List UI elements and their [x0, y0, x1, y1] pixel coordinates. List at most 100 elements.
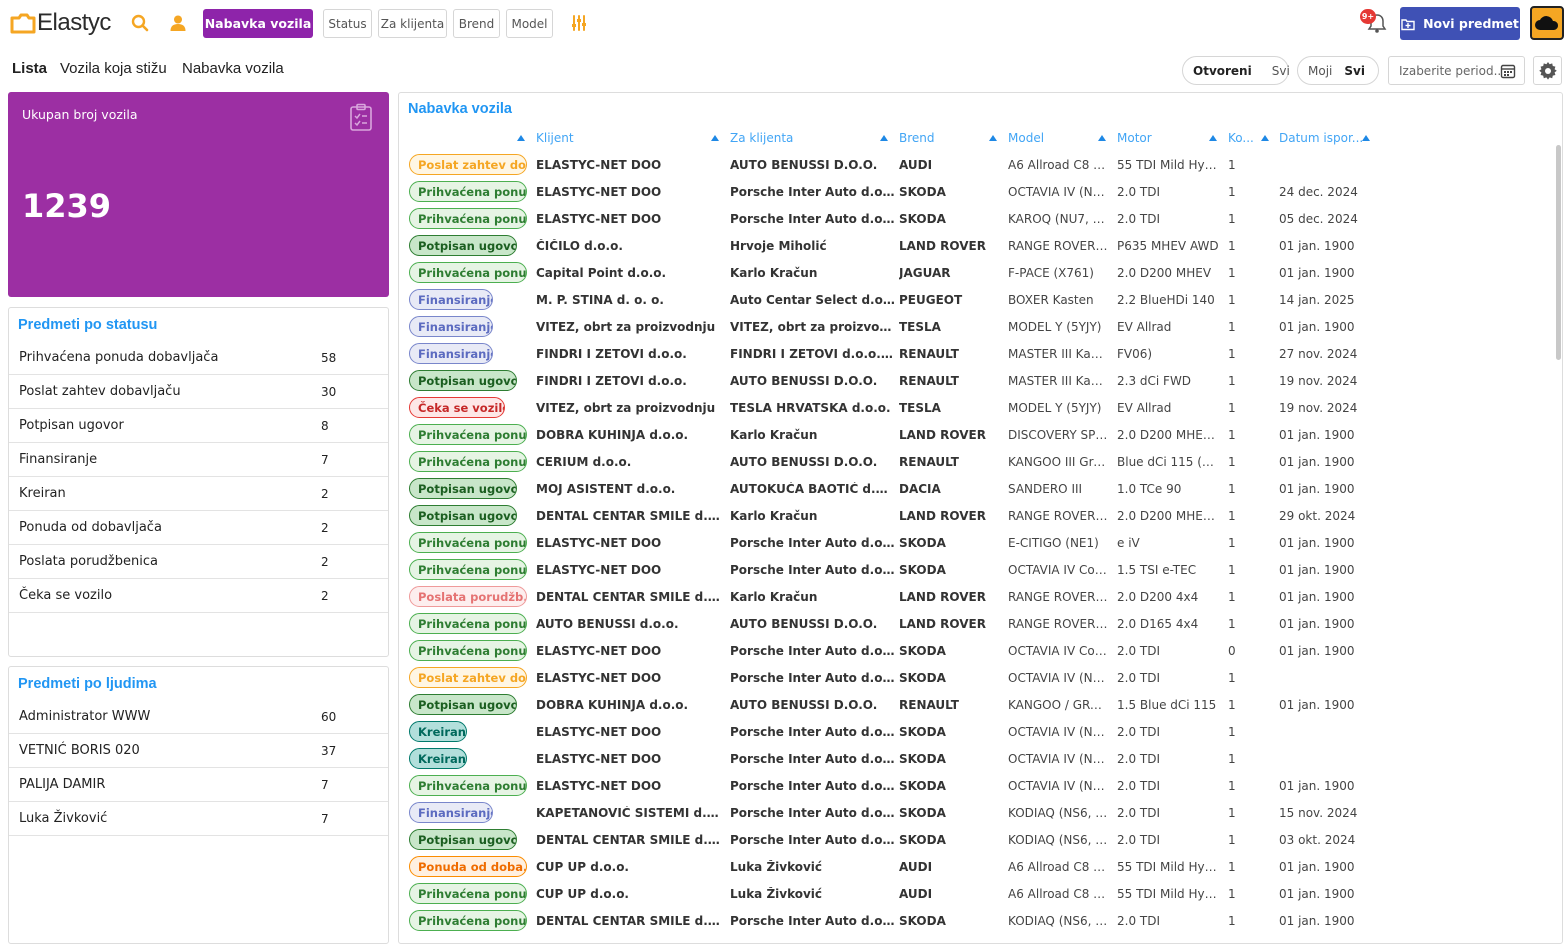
- table-row[interactable]: Kreiran ELASTYC-NET DOO Porsche Inter Auto…: [399, 719, 1559, 746]
- column-header-motor[interactable]: Motor: [1117, 131, 1152, 145]
- status-row[interactable]: Kreiran 2: [9, 477, 388, 511]
- notifications-bell-icon[interactable]: 9+: [1360, 9, 1390, 36]
- status-badge[interactable]: Prihvaćena ponu...: [409, 451, 527, 472]
- table-row[interactable]: Potpisan ugovor DENTAL CENTAR SMILE d.o.o…: [399, 503, 1559, 530]
- scope-open-option[interactable]: Otvoreni: [1183, 64, 1262, 78]
- column-header-brand[interactable]: Brend: [899, 131, 935, 145]
- status-badge[interactable]: Potpisan ugovor: [409, 370, 517, 391]
- table-row[interactable]: Prihvaćena ponu... ELASTYC-NET DOO Porsche…: [399, 773, 1559, 800]
- table-row[interactable]: Prihvaćena ponu... CUP UP d.o.o. Luka Živk…: [399, 881, 1559, 908]
- table-row[interactable]: Poslat zahtev do... ELASTYC-NET DOO AUTO B…: [399, 152, 1559, 179]
- owner-mine-option[interactable]: Moji: [1298, 64, 1342, 78]
- status-badge[interactable]: Prihvaćena ponu...: [409, 208, 527, 229]
- owner-all-option[interactable]: Svi: [1342, 64, 1375, 78]
- settings-gear-icon[interactable]: [1533, 56, 1562, 85]
- status-badge[interactable]: Poslata porudžb...: [409, 586, 527, 607]
- person-row[interactable]: VETNIĆ BORIS 020 37: [9, 734, 388, 768]
- status-badge[interactable]: Prihvaćena ponu...: [409, 559, 527, 580]
- status-badge[interactable]: Kreiran: [409, 748, 467, 769]
- status-badge[interactable]: Prihvaćena ponu...: [409, 181, 527, 202]
- status-badge[interactable]: Prihvaćena ponu...: [409, 883, 527, 904]
- status-badge[interactable]: Čeka se vozilo: [409, 397, 505, 418]
- table-scrollbar[interactable]: [1556, 145, 1561, 360]
- table-row[interactable]: Prihvaćena ponu... ELASTYC-NET DOO Porsche…: [399, 206, 1559, 233]
- new-item-button[interactable]: Novi predmet: [1400, 7, 1520, 40]
- table-row[interactable]: Prihvaćena ponu... ELASTYC-NET DOO Porsche…: [399, 530, 1559, 557]
- status-badge[interactable]: Prihvaćena ponu...: [409, 640, 527, 661]
- sort-arrow-icon[interactable]: [880, 135, 888, 141]
- table-row[interactable]: Poslat zahtev do... ELASTYC-NET DOO Porsch…: [399, 665, 1559, 692]
- table-row[interactable]: Ponuda od doba... CUP UP d.o.o. Luka Živko…: [399, 854, 1559, 881]
- app-logo[interactable]: Elastyc: [10, 8, 111, 38]
- table-row[interactable]: Prihvaćena ponu... ELASTYC-NET DOO Porsche…: [399, 557, 1559, 584]
- table-row[interactable]: Potpisan ugovor MOJ ASISTENT d.o.o. AUTOKU…: [399, 476, 1559, 503]
- status-badge[interactable]: Prihvaćena ponu...: [409, 532, 527, 553]
- sort-arrow-icon[interactable]: [1098, 135, 1106, 141]
- table-row[interactable]: Prihvaćena ponu... Capital Point d.o.o. Ka…: [399, 260, 1559, 287]
- table-row[interactable]: Potpisan ugovor DENTAL CENTAR SMILE d.o.o…: [399, 827, 1559, 854]
- filter-model-button[interactable]: Model: [506, 9, 553, 38]
- status-badge[interactable]: Prihvaćena ponu...: [409, 910, 527, 931]
- status-badge[interactable]: Ponuda od doba...: [409, 856, 527, 877]
- status-row[interactable]: Poslata porudžbenica 2: [9, 545, 388, 579]
- sort-arrow-icon[interactable]: [1261, 135, 1269, 141]
- table-row[interactable]: Prihvaćena ponu... AUTO BENUSSI d.o.o. AUT…: [399, 611, 1559, 638]
- table-row[interactable]: Prihvaćena ponu... DENTAL CENTAR SMILE d.…: [399, 908, 1559, 935]
- column-header-za[interactable]: Za klijenta: [730, 131, 793, 145]
- status-badge[interactable]: Prihvaćena ponu...: [409, 775, 527, 796]
- status-badge[interactable]: Potpisan ugovor: [409, 829, 517, 850]
- status-badge[interactable]: Potpisan ugovor: [409, 505, 517, 526]
- table-row[interactable]: Finansiranje FINDRI I ZETOVI d.o.o. FINDRI…: [399, 341, 1559, 368]
- table-row[interactable]: Prihvaćena ponu... ELASTYC-NET DOO Porsche…: [399, 179, 1559, 206]
- status-row[interactable]: Finansiranje 7: [9, 443, 388, 477]
- tab-lista[interactable]: Lista: [12, 60, 47, 77]
- sort-arrow-icon[interactable]: [989, 135, 997, 141]
- table-row[interactable]: Finansiranje KAPETANOVIĆ SISTEMI d.o.o. Po…: [399, 800, 1559, 827]
- filter-status-button[interactable]: Status: [323, 9, 372, 38]
- status-badge[interactable]: Finansiranje: [409, 316, 493, 337]
- status-badge[interactable]: Potpisan ugovor: [409, 478, 517, 499]
- tab-vozila-koja-stizu[interactable]: Vozila koja stižu: [60, 60, 167, 77]
- table-row[interactable]: Kreiran ELASTYC-NET DOO Porsche Inter Auto…: [399, 746, 1559, 773]
- table-row[interactable]: Potpisan ugovor FINDRI I ZETOVI d.o.o. AUT…: [399, 368, 1559, 395]
- status-badge[interactable]: Finansiranje: [409, 343, 493, 364]
- status-row[interactable]: Poslat zahtev dobavljaču 30: [9, 375, 388, 409]
- status-badge[interactable]: Potpisan ugovor: [409, 694, 517, 715]
- column-header-model[interactable]: Model: [1008, 131, 1044, 145]
- status-badge[interactable]: Finansiranje: [409, 289, 493, 310]
- tab-nabavka-vozila[interactable]: Nabavka vozila: [182, 60, 284, 77]
- status-row[interactable]: Ponuda od dobavljača 2: [9, 511, 388, 545]
- status-badge[interactable]: Poslat zahtev do...: [409, 154, 527, 175]
- scope-all-option[interactable]: Svi: [1262, 64, 1300, 78]
- person-row[interactable]: Administrator WWW 60: [9, 700, 388, 734]
- table-row[interactable]: Potpisan ugovor DOBRA KUHINJA d.o.o. AUTO …: [399, 692, 1559, 719]
- filter-client-button[interactable]: Za klijenta: [378, 9, 447, 38]
- status-row[interactable]: Prihvaćena ponuda dobavljača 58: [9, 341, 388, 375]
- status-row[interactable]: Čeka se vozilo 2: [9, 579, 388, 613]
- table-row[interactable]: Potpisan ugovor ČIČILO d.o.o. Hrvoje Mihol…: [399, 233, 1559, 260]
- table-row[interactable]: Finansiranje M. P. STINA d. o. o. Auto Cen…: [399, 287, 1559, 314]
- status-badge[interactable]: Potpisan ugovor: [409, 235, 517, 256]
- user-icon[interactable]: [167, 12, 189, 34]
- status-row[interactable]: Potpisan ugovor 8: [9, 409, 388, 443]
- sort-arrow-icon[interactable]: [517, 135, 525, 141]
- table-row[interactable]: Finansiranje VITEZ, obrt za proizvodnju VI…: [399, 314, 1559, 341]
- sort-arrow-icon[interactable]: [711, 135, 719, 141]
- search-icon[interactable]: [129, 12, 151, 34]
- person-row[interactable]: Luka Živković 7: [9, 802, 388, 836]
- column-header-client[interactable]: Klijent: [536, 131, 574, 145]
- period-picker[interactable]: Izaberite period..: [1388, 56, 1525, 85]
- cloud-app-icon[interactable]: [1530, 6, 1564, 40]
- sliders-icon[interactable]: [568, 12, 590, 34]
- person-row[interactable]: PALIJA DAMIR 7: [9, 768, 388, 802]
- status-badge[interactable]: Finansiranje: [409, 802, 493, 823]
- sort-arrow-icon[interactable]: [1209, 135, 1217, 141]
- column-header-date[interactable]: Datum ispor...: [1279, 131, 1363, 145]
- status-badge[interactable]: Prihvaćena ponu...: [409, 424, 527, 445]
- table-row[interactable]: Prihvaćena ponu... ELASTYC-NET DOO Porsche…: [399, 638, 1559, 665]
- status-badge[interactable]: Kreiran: [409, 721, 467, 742]
- column-header-ko[interactable]: Ko...: [1228, 131, 1254, 145]
- filter-brand-button[interactable]: Brend: [453, 9, 500, 38]
- module-button-nabavka[interactable]: Nabavka vozila: [203, 9, 313, 38]
- table-row[interactable]: Prihvaćena ponu... CERIUM d.o.o. AUTO BENU…: [399, 449, 1559, 476]
